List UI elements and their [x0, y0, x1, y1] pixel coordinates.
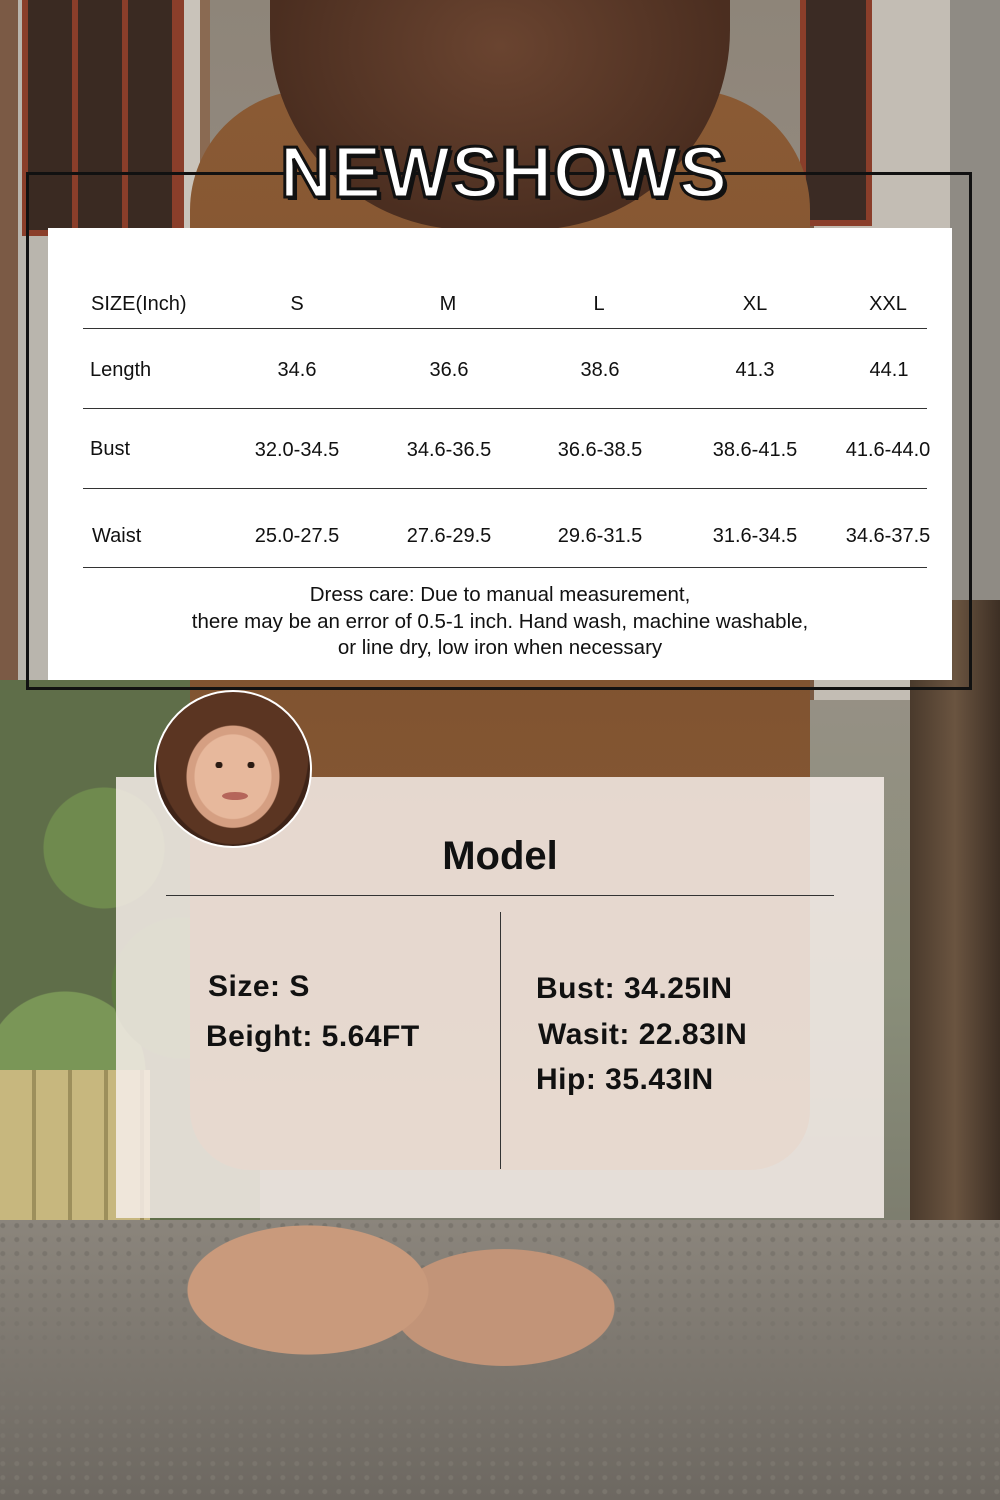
table-cell: 34.6-36.5: [406, 439, 492, 461]
table-cell: 25.0-27.5: [254, 525, 340, 547]
avatar-lips: [222, 792, 248, 800]
table-cell: 44.1: [869, 359, 909, 381]
table-cell: 38.6: [580, 359, 620, 381]
header-m: M: [439, 293, 457, 315]
table-cell: 41.3: [735, 359, 775, 381]
header-size: SIZE(Inch): [91, 293, 187, 315]
model-waist: Wasit: 22.83IN: [538, 1018, 748, 1051]
table-cell: 34.6: [277, 359, 317, 381]
brand-name: NEWSHOWS: [279, 132, 729, 215]
table-cell: 31.6-34.5: [712, 525, 798, 547]
header-xxl: XXL: [869, 293, 907, 315]
header-s: S: [290, 293, 304, 315]
care-note-line: or line dry, low iron when necessary: [337, 636, 663, 659]
row-label-waist: Waist: [92, 525, 142, 547]
table-cell: 27.6-29.5: [406, 525, 492, 547]
table-cell: 29.6-31.5: [557, 525, 643, 547]
model-height: Beight: 5.64FT: [206, 1020, 420, 1053]
table-cell: 32.0-34.5: [254, 439, 340, 461]
row-label-length: Length: [90, 359, 152, 381]
row-label-bust: Bust: [90, 438, 131, 460]
model-size: Size: S: [208, 970, 310, 1003]
avatar-eyes: [214, 762, 256, 768]
table-cell: 38.6-41.5: [712, 439, 798, 461]
table-divider: [83, 567, 927, 568]
header-l: L: [593, 293, 605, 315]
model-bust: Bust: 34.25IN: [536, 972, 733, 1005]
care-note: Dress care: Due to manual measurement, t…: [48, 582, 952, 662]
table-cell: 36.6-38.5: [557, 439, 643, 461]
model-hip: Hip: 35.43IN: [536, 1063, 714, 1096]
tree-trunk: [910, 600, 1000, 1250]
table-divider: [83, 328, 927, 329]
model-title: Model: [442, 834, 558, 878]
table-divider: [83, 488, 927, 489]
care-note-line: Dress care: Due to manual measurement,: [309, 583, 691, 606]
table-cell: 36.6: [429, 359, 469, 381]
care-note-line: there may be an error of 0.5-1 inch. Han…: [191, 609, 809, 633]
table-divider: [83, 408, 927, 409]
model-divider-vertical: [500, 912, 501, 1169]
model-avatar: [154, 690, 312, 848]
table-cell: 34.6-37.5: [845, 525, 931, 547]
brand-logo: NEWSHOWS: [244, 128, 764, 218]
header-xl: XL: [742, 293, 768, 315]
table-cell: 41.6-44.0: [845, 439, 931, 461]
model-divider-horizontal: [166, 895, 834, 896]
